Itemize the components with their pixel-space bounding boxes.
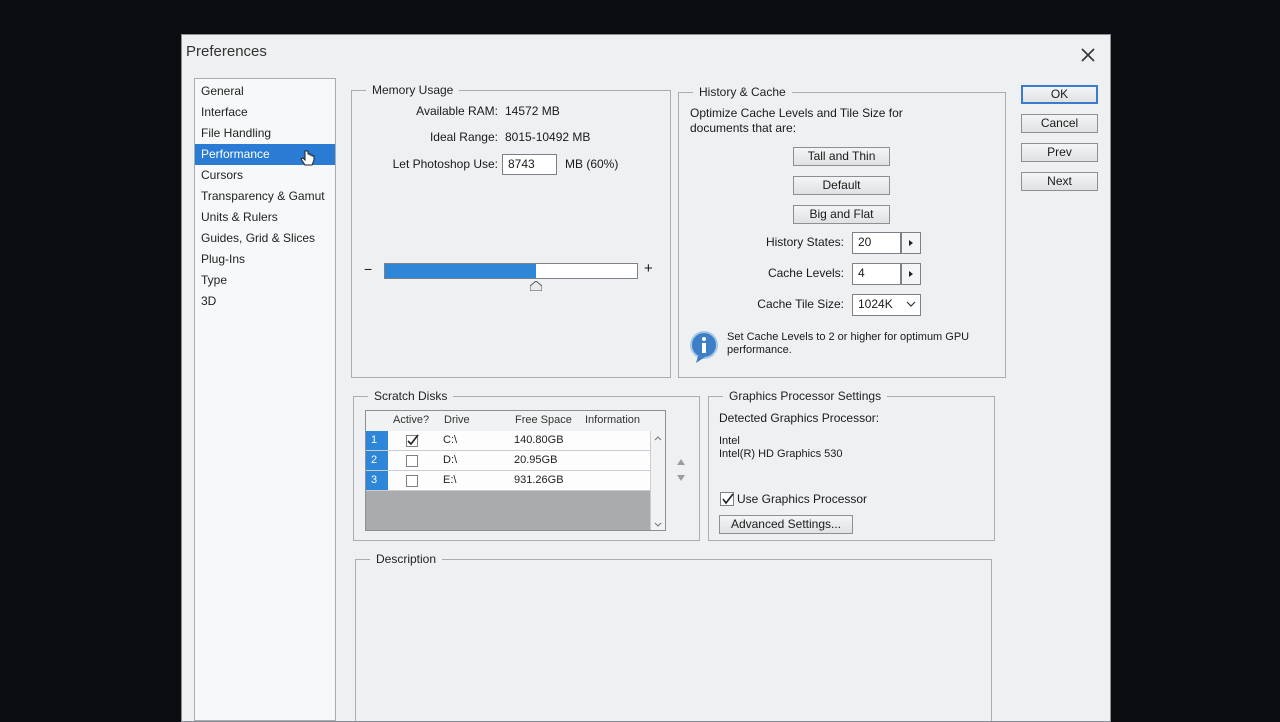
- photoshop-use-suffix: MB (60%): [565, 157, 619, 171]
- row-number: 3: [366, 471, 388, 490]
- drive-cell: E:\: [443, 474, 457, 486]
- graphics-processor-legend: Graphics Processor Settings: [723, 388, 888, 404]
- big-and-flat-button[interactable]: Big and Flat: [793, 205, 890, 224]
- memory-usage-group: Memory Usage Available RAM: 14572 MB Ide…: [351, 82, 671, 378]
- triangle-right-icon: [909, 271, 913, 277]
- category-item[interactable]: File Handling: [195, 123, 335, 144]
- category-item[interactable]: Guides, Grid & Slices: [195, 228, 335, 249]
- cache-levels-label: Cache Levels:: [767, 266, 844, 280]
- column-free-space-header: Free Space: [515, 414, 572, 426]
- tall-and-thin-button[interactable]: Tall and Thin: [793, 147, 890, 166]
- history-states-input[interactable]: 20: [852, 232, 901, 254]
- ok-button[interactable]: OK: [1021, 85, 1098, 104]
- cache-tile-size-select[interactable]: 1024K: [852, 294, 921, 316]
- next-button[interactable]: Next: [1021, 172, 1098, 191]
- gpu-vendor: Intel: [719, 435, 740, 447]
- detected-gpu-label: Detected Graphics Processor:: [719, 411, 880, 425]
- drive-cell: C:\: [443, 434, 458, 446]
- info-icon: [690, 331, 718, 363]
- ideal-range-label: Ideal Range:: [429, 130, 498, 144]
- hand-cursor-icon: [300, 150, 315, 166]
- category-list: General Interface File Handling Performa…: [194, 78, 336, 721]
- move-down-button[interactable]: [675, 472, 687, 484]
- category-item[interactable]: Type: [195, 270, 335, 291]
- active-checkbox[interactable]: [406, 434, 419, 447]
- available-ram-value: 14572 MB: [505, 104, 560, 118]
- cache-levels-stepper[interactable]: [901, 263, 921, 285]
- column-active-header: Active?: [393, 414, 430, 426]
- use-gpu-label[interactable]: Use Graphics Processor: [737, 492, 867, 506]
- available-ram-label: Available RAM:: [416, 104, 498, 118]
- slider-thumb-icon[interactable]: [530, 281, 543, 291]
- drive-cell: D:\: [443, 454, 458, 466]
- table-row[interactable]: 2 D:\ 20.95GB: [366, 451, 652, 471]
- cache-tile-size-label: Cache Tile Size:: [757, 297, 844, 311]
- category-item[interactable]: Interface: [195, 102, 335, 123]
- free-space-cell: 931.26GB: [514, 474, 564, 486]
- memory-minus[interactable]: −: [364, 261, 372, 277]
- active-checkbox[interactable]: [406, 455, 418, 467]
- scratch-disks-group: Scratch Disks Active? Drive Free Space I…: [353, 388, 700, 541]
- title-bar: Preferences: [182, 35, 1110, 69]
- free-space-cell: 20.95GB: [514, 454, 558, 466]
- category-item[interactable]: 3D: [195, 291, 335, 312]
- prev-button[interactable]: Prev: [1021, 143, 1098, 162]
- photoshop-use-label: Let Photoshop Use:: [392, 157, 498, 171]
- preferences-dialog: Preferences General Interface File Handl…: [181, 34, 1111, 722]
- history-cache-group: History & Cache Optimize Cache Levels an…: [678, 84, 1006, 378]
- close-button[interactable]: [1076, 43, 1100, 67]
- history-states-label: History States:: [765, 235, 844, 249]
- chevron-up-icon: [654, 436, 662, 441]
- memory-usage-legend: Memory Usage: [366, 82, 460, 98]
- window-title: Preferences: [186, 43, 267, 60]
- category-item[interactable]: Cursors: [195, 165, 335, 186]
- description-legend: Description: [370, 551, 443, 567]
- table-row[interactable]: 1 C:\ 140.80GB: [366, 431, 652, 451]
- category-item[interactable]: Units & Rulers: [195, 207, 335, 228]
- history-cache-legend: History & Cache: [693, 84, 792, 100]
- category-item[interactable]: General: [195, 81, 335, 102]
- move-up-button[interactable]: [675, 456, 687, 468]
- history-intro-text: Optimize Cache Levels and Tile Size for …: [690, 106, 903, 135]
- triangle-right-icon: [909, 240, 913, 246]
- memory-slider[interactable]: [384, 263, 638, 279]
- history-states-stepper[interactable]: [901, 232, 921, 254]
- checkmark-icon: [407, 434, 419, 446]
- graphics-processor-group: Graphics Processor Settings Detected Gra…: [708, 388, 995, 541]
- gpu-model: Intel(R) HD Graphics 530: [719, 448, 843, 460]
- cache-tile-size-value: 1024K: [858, 297, 893, 311]
- close-icon: [1081, 48, 1095, 62]
- memory-plus[interactable]: +: [644, 260, 653, 277]
- category-item[interactable]: Transparency & Gamut: [195, 186, 335, 207]
- cache-info-text: Set Cache Levels to 2 or higher for opti…: [727, 331, 970, 356]
- scratch-disks-table: Active? Drive Free Space Information 1 C…: [365, 410, 666, 531]
- row-number: 1: [366, 431, 388, 450]
- scratch-disks-legend: Scratch Disks: [368, 388, 454, 404]
- row-number: 2: [366, 451, 388, 470]
- table-row[interactable]: 3 E:\ 931.26GB: [366, 471, 652, 491]
- triangle-down-icon: [677, 475, 685, 481]
- description-group: Description: [355, 551, 992, 721]
- default-cache-button[interactable]: Default: [793, 176, 890, 195]
- chevron-down-icon: [654, 522, 662, 527]
- checkmark-icon: [722, 493, 734, 505]
- memory-slider-fill: [385, 264, 537, 278]
- triangle-up-icon: [677, 459, 685, 465]
- ideal-range-value: 8015-10492 MB: [505, 130, 591, 144]
- column-drive-header: Drive: [444, 414, 470, 426]
- active-checkbox[interactable]: [406, 475, 418, 487]
- category-item[interactable]: Plug-Ins: [195, 249, 335, 270]
- free-space-cell: 140.80GB: [514, 434, 564, 446]
- cache-levels-input[interactable]: 4: [852, 263, 901, 285]
- use-gpu-checkbox[interactable]: [720, 492, 734, 506]
- table-header: Active? Drive Free Space Information: [366, 411, 665, 432]
- chevron-down-icon: [906, 301, 916, 307]
- cancel-button[interactable]: Cancel: [1021, 114, 1098, 133]
- table-scrollbar[interactable]: [650, 431, 665, 530]
- photoshop-use-input[interactable]: 8743: [502, 154, 557, 175]
- advanced-settings-button[interactable]: Advanced Settings...: [719, 515, 853, 534]
- column-information-header: Information: [585, 414, 641, 426]
